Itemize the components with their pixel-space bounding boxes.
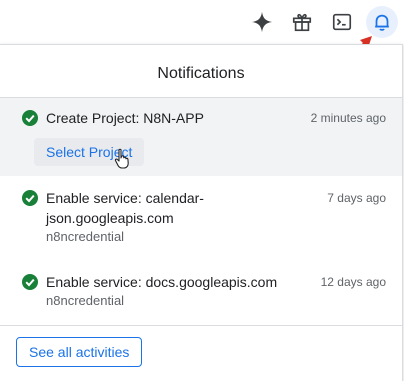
notification-subtitle: n8ncredential	[46, 293, 125, 308]
terminal-icon[interactable]	[326, 6, 358, 38]
notification-subtitle: n8ncredential	[46, 229, 125, 244]
notifications-panel: Notifications Create Project: N8N-APP 2 …	[0, 44, 403, 381]
hand-cursor-icon	[114, 148, 129, 169]
check-circle-icon	[22, 110, 38, 126]
top-toolbar	[0, 0, 404, 44]
sparkle-icon[interactable]	[246, 6, 278, 38]
gift-icon[interactable]	[286, 6, 318, 38]
notification-time: 2 minutes ago	[310, 111, 386, 125]
notification-title: Enable service: calendar- json.googleapi…	[46, 188, 204, 228]
check-circle-icon	[22, 274, 38, 290]
notification-title-line: json.googleapis.com	[46, 210, 174, 226]
notification-item[interactable]: Enable service: docs.googleapis.com 12 d…	[0, 262, 402, 318]
see-all-activities-button[interactable]: See all activities	[16, 337, 143, 367]
notification-item[interactable]: Enable service: calendar- json.googleapi…	[0, 176, 402, 248]
notification-time: 12 days ago	[320, 275, 386, 289]
notification-time: 7 days ago	[327, 191, 386, 205]
notification-title-line: Enable service: calendar-	[46, 190, 204, 206]
notification-title: Enable service: docs.googleapis.com	[46, 274, 278, 290]
divider	[0, 325, 402, 326]
notification-item[interactable]: Create Project: N8N-APP 2 minutes ago Se…	[0, 98, 402, 176]
notification-title: Create Project: N8N-APP	[46, 110, 204, 126]
check-circle-icon	[22, 190, 38, 206]
bell-icon[interactable]	[366, 6, 398, 38]
panel-title: Notifications	[157, 65, 245, 82]
